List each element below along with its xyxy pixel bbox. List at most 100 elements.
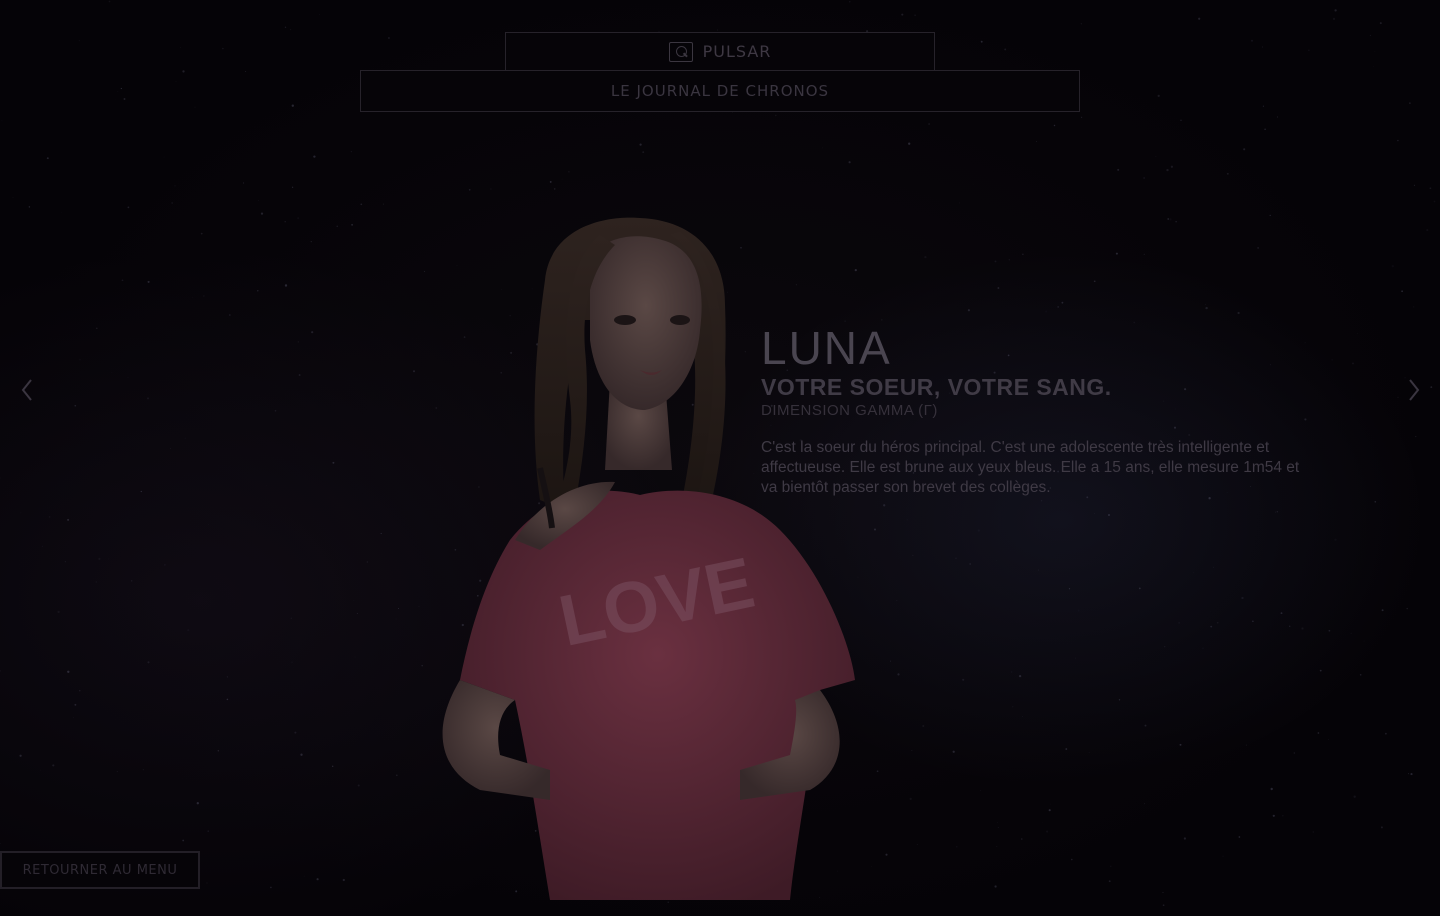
- star: [20, 512, 22, 514]
- previous-character-button[interactable]: [12, 372, 42, 408]
- star: [1433, 200, 1436, 203]
- star: [1061, 301, 1064, 304]
- star: [1245, 744, 1247, 746]
- star: [1408, 773, 1409, 775]
- character-description: C'est la soeur du héros principal. C'est…: [761, 439, 1300, 496]
- star: [1108, 880, 1111, 883]
- star: [1093, 280, 1096, 283]
- star: [1042, 822, 1043, 824]
- star: [208, 523, 209, 525]
- star: [980, 40, 983, 43]
- star: [994, 885, 997, 888]
- star: [1144, 803, 1145, 805]
- star: [0, 842, 1, 844]
- star: [357, 784, 360, 787]
- return-to-menu-button[interactable]: RETOURNER AU MENU: [0, 851, 200, 889]
- star: [48, 516, 51, 518]
- star: [1018, 674, 1022, 678]
- star: [909, 797, 912, 801]
- star: [258, 199, 259, 201]
- star: [182, 70, 185, 73]
- star: [897, 673, 900, 676]
- star: [98, 557, 101, 560]
- star: [1004, 48, 1007, 51]
- star: [568, 170, 570, 173]
- star: [1289, 625, 1291, 627]
- character-portrait: LOVE: [442, 217, 855, 900]
- star: [1327, 739, 1329, 741]
- star: [117, 90, 119, 92]
- star: [79, 690, 81, 692]
- character-tagline: VOTRE SOEUR, VOTRE SANG.: [761, 374, 1112, 400]
- star: [57, 610, 60, 614]
- star: [332, 461, 335, 464]
- star: [1391, 265, 1395, 268]
- star: [1252, 620, 1254, 622]
- star: [1301, 627, 1304, 630]
- star: [313, 155, 316, 158]
- star: [911, 750, 913, 751]
- star: [1213, 566, 1215, 568]
- star: [997, 826, 999, 828]
- star: [395, 774, 398, 777]
- star: [1308, 49, 1310, 51]
- next-character-button[interactable]: [1399, 372, 1429, 408]
- star: [182, 839, 185, 842]
- star: [928, 123, 930, 125]
- star: [1385, 732, 1387, 735]
- star: [1332, 17, 1336, 21]
- star: [1380, 826, 1383, 829]
- star: [266, 485, 268, 486]
- star: [318, 14, 320, 15]
- star: [147, 397, 149, 400]
- pulsar-tab[interactable]: PULSAR: [505, 32, 935, 70]
- star: [1169, 218, 1172, 221]
- star: [885, 853, 888, 856]
- star: [147, 661, 150, 664]
- star: [1035, 141, 1037, 143]
- star: [1379, 22, 1382, 25]
- star: [1275, 511, 1276, 513]
- character-name: LUNA: [761, 322, 892, 374]
- star: [1041, 500, 1043, 502]
- star: [1144, 724, 1147, 727]
- star: [889, 660, 891, 662]
- star: [1115, 252, 1118, 255]
- star: [1331, 359, 1333, 361]
- star: [108, 0, 111, 3]
- star: [354, 656, 356, 658]
- star: [973, 183, 975, 185]
- star: [1413, 306, 1415, 308]
- star: [1262, 46, 1264, 48]
- star: [1369, 34, 1371, 36]
- pulsar-tab-label: PULSAR: [702, 42, 772, 61]
- star: [1319, 669, 1322, 672]
- star: [1397, 139, 1399, 142]
- star: [120, 87, 123, 90]
- star: [1143, 253, 1145, 255]
- star: [245, 70, 247, 73]
- star: [226, 676, 228, 678]
- star: [342, 878, 345, 882]
- star: [1037, 569, 1040, 571]
- star: [297, 341, 299, 343]
- star: [1282, 815, 1284, 817]
- star: [922, 724, 925, 728]
- star: [1350, 632, 1352, 634]
- star: [175, 81, 177, 83]
- star: [924, 255, 927, 259]
- star: [1048, 809, 1051, 812]
- star: [284, 284, 288, 287]
- star: [284, 26, 287, 29]
- star: [79, 359, 81, 361]
- star: [1226, 172, 1229, 175]
- star: [366, 561, 368, 563]
- star: [912, 554, 914, 556]
- game-screen: PULSAR LE JOURNAL DE CHRONOS LOVE LUNA V…: [0, 0, 1440, 916]
- star: [28, 206, 31, 208]
- star: [0, 670, 2, 672]
- star: [883, 504, 886, 507]
- star: [1179, 743, 1182, 746]
- star: [914, 14, 916, 16]
- star: [1406, 607, 1408, 610]
